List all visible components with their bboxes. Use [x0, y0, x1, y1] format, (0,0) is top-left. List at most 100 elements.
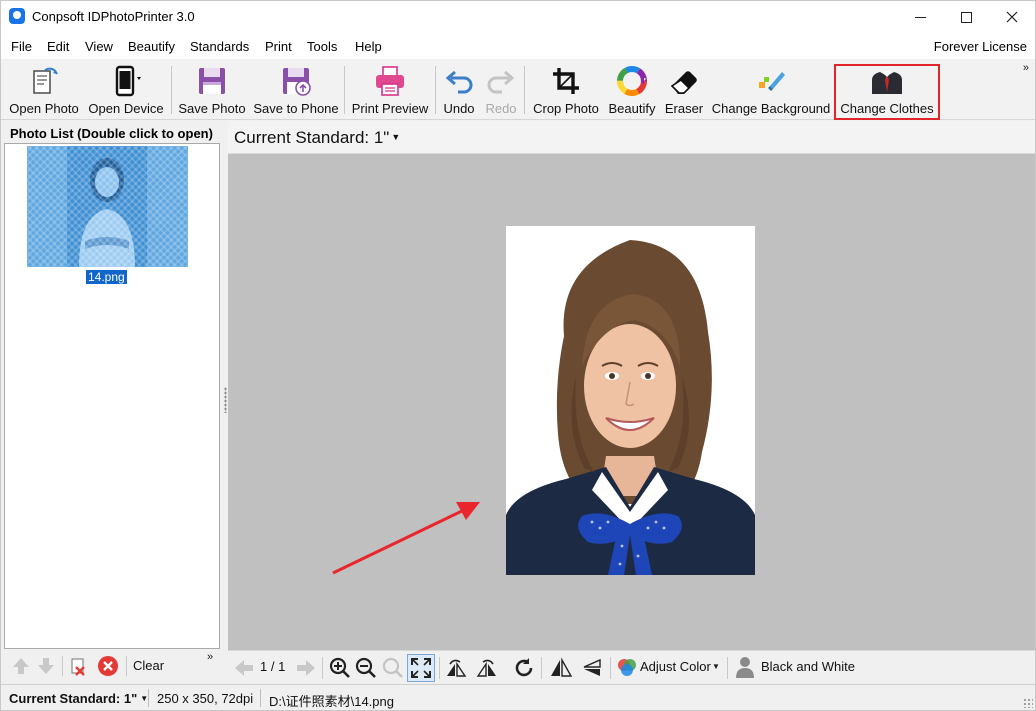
crop-photo-label: Crop Photo: [533, 101, 599, 116]
menu-print[interactable]: Print: [265, 39, 292, 54]
status-standard-text: Current Standard: 1": [9, 691, 138, 706]
tool-separator: [610, 657, 611, 679]
refresh-icon[interactable]: [512, 656, 536, 680]
printer-icon: [376, 66, 404, 96]
next-page-icon[interactable]: [294, 656, 318, 680]
close-icon: [1006, 11, 1018, 23]
photo-list-toolbar: Clear »: [4, 651, 220, 681]
adjust-color-button[interactable]: Adjust Color ▼: [616, 655, 720, 681]
fit-window-button[interactable]: [407, 654, 435, 682]
phone-icon: [115, 65, 141, 97]
maximize-icon: [960, 11, 972, 23]
main-toolbar: Open Photo Open Device Save Photo Save t…: [1, 60, 1035, 120]
photo-list-title: Photo List (Double click to open): [10, 126, 213, 141]
crop-photo-button[interactable]: Crop Photo: [530, 62, 602, 118]
color-wheel-icon: [617, 66, 647, 96]
save-photo-button[interactable]: Save Photo: [177, 62, 247, 118]
status-separator: [148, 689, 149, 707]
panel-overflow-icon[interactable]: »: [207, 651, 213, 663]
save-photo-label: Save Photo: [178, 101, 246, 116]
photo-list[interactable]: 14.png: [4, 143, 220, 649]
highlight-box: [834, 64, 940, 120]
photo-list-panel: Photo List (Double click to open) 14.png: [1, 121, 223, 683]
change-background-button[interactable]: Change Background: [710, 62, 832, 118]
redo-icon: [487, 70, 515, 94]
tool-separator: [126, 656, 127, 676]
remove-icon[interactable]: [97, 655, 119, 677]
floppy-phone-icon: [283, 68, 311, 96]
menu-standards[interactable]: Standards: [190, 39, 249, 54]
standard-header: Current Standard: 1" ▼: [228, 121, 1035, 154]
status-dimensions: 250 x 350, 72dpi: [157, 691, 254, 706]
move-down-icon[interactable]: [35, 655, 57, 677]
maximize-button[interactable]: [943, 1, 989, 33]
tool-separator: [727, 657, 728, 679]
menu-view[interactable]: View: [85, 39, 113, 54]
status-bar: Current Standard: 1" ▼ 250 x 350, 72dpi D…: [1, 684, 1035, 710]
rotate-right-icon[interactable]: [475, 656, 499, 680]
flip-vertical-icon[interactable]: [580, 656, 604, 680]
status-file-path: D:\证件照素材\14.png: [269, 694, 394, 709]
open-photo-label: Open Photo: [9, 101, 79, 116]
menu-tools[interactable]: Tools: [307, 39, 337, 54]
undo-button[interactable]: Undo: [440, 62, 478, 118]
toolbar-separator: [435, 66, 436, 114]
print-preview-button[interactable]: Print Preview: [350, 62, 430, 118]
print-preview-label: Print Preview: [351, 101, 429, 116]
adjust-color-label: Adjust Color: [640, 659, 711, 674]
toolbar-overflow-icon[interactable]: »: [1023, 62, 1029, 74]
prev-page-icon[interactable]: [232, 656, 256, 680]
menu-edit[interactable]: Edit: [47, 39, 69, 54]
tool-separator: [541, 657, 542, 679]
beautify-button[interactable]: Beautify: [606, 62, 658, 118]
zoom-out-icon[interactable]: [354, 656, 378, 680]
zoom-actual-icon[interactable]: [381, 656, 405, 680]
menu-file[interactable]: File: [11, 39, 32, 54]
redo-button[interactable]: Redo: [482, 62, 520, 118]
menu-help[interactable]: Help: [355, 39, 382, 54]
flip-horizontal-icon[interactable]: [549, 656, 573, 680]
photo-thumbnail[interactable]: [27, 146, 188, 267]
toolbar-separator: [524, 66, 525, 114]
status-separator: [260, 689, 261, 707]
id-photo[interactable]: [506, 226, 755, 575]
current-standard-dropdown[interactable]: Current Standard: 1" ▼: [234, 128, 400, 148]
title-bar: Conpsoft IDPhotoPrinter 3.0: [1, 1, 1035, 33]
app-window: Conpsoft IDPhotoPrinter 3.0 File Edit Vi…: [0, 0, 1036, 711]
resize-grip-icon[interactable]: [1023, 698, 1033, 708]
eraser-button[interactable]: Eraser: [662, 62, 706, 118]
current-standard-label: Current Standard: 1": [234, 128, 390, 147]
dropdown-arrow-icon: ▼: [712, 662, 720, 671]
minimize-button[interactable]: [897, 1, 943, 33]
person-icon: [736, 657, 754, 678]
change-background-label: Change Background: [711, 101, 831, 116]
chevron-down-icon: ▼: [391, 132, 401, 142]
open-photo-button[interactable]: Open Photo: [7, 62, 81, 118]
photo-filename[interactable]: 14.png: [86, 270, 127, 284]
menu-bar: File Edit View Beautify Standards Print …: [1, 33, 1035, 59]
eraser-icon: [670, 71, 697, 94]
tool-separator: [62, 656, 63, 676]
license-label[interactable]: Forever License: [934, 39, 1027, 54]
redo-label: Redo: [485, 101, 517, 116]
black-and-white-button[interactable]: Black and White: [734, 655, 864, 681]
rotate-left-icon[interactable]: [444, 656, 468, 680]
portrait-image: [506, 226, 755, 575]
minimize-icon: [914, 16, 926, 18]
move-up-icon[interactable]: [10, 655, 32, 677]
open-device-button[interactable]: Open Device: [87, 62, 165, 118]
view-toolbar: 1 / 1 Adjust Color ▼ Black and White: [228, 650, 1035, 683]
save-to-phone-button[interactable]: Save to Phone: [253, 62, 339, 118]
menu-beautify[interactable]: Beautify: [128, 39, 175, 54]
zoom-in-icon[interactable]: [328, 656, 352, 680]
delete-photo-icon[interactable]: [67, 655, 89, 677]
close-button[interactable]: [989, 1, 1035, 33]
clear-button[interactable]: Clear: [133, 658, 164, 673]
photo-canvas[interactable]: [228, 154, 1035, 650]
tool-separator: [322, 657, 323, 679]
paint-brush-icon: [759, 72, 785, 91]
status-standard[interactable]: Current Standard: 1" ▼: [9, 691, 148, 706]
floppy-icon: [199, 68, 225, 94]
toolbar-separator: [344, 66, 345, 114]
page-indicator: 1 / 1: [260, 659, 286, 674]
